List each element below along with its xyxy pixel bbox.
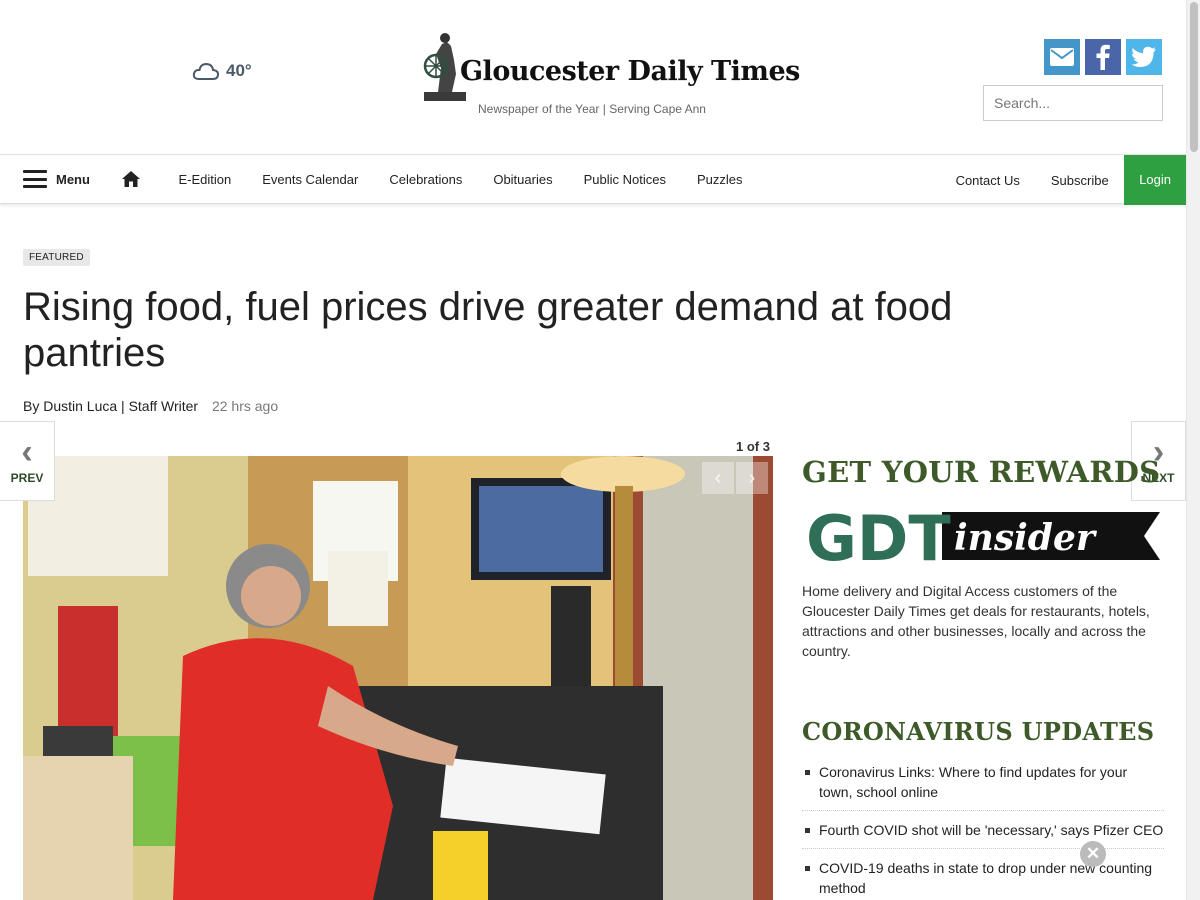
nav-link-contact-us[interactable]: Contact Us [940,173,1035,188]
gallery-arrows: ‹ › [702,462,768,494]
gdt-insider-logo[interactable]: GDTinsider [802,500,1162,570]
featured-badge: FEATURED [23,249,90,266]
email-share-button[interactable] [1044,39,1080,75]
list-item[interactable]: COVID-19 deaths in state to drop under n… [802,858,1164,900]
photo-counter: 1 of 3 [736,439,770,454]
home-icon[interactable] [121,170,141,188]
login-button[interactable]: Login [1124,155,1186,205]
list-item[interactable]: Coronavirus Links: Where to find updates… [802,762,1164,811]
facebook-icon [1096,44,1110,70]
weather-widget[interactable]: 40° [192,60,252,82]
rewards-description: Home delivery and Digital Access custome… [802,583,1150,659]
menu-label: Menu [56,171,90,187]
cloud-icon [192,62,220,80]
search-input[interactable] [983,85,1163,121]
article-photo[interactable] [23,456,773,900]
nav-link-puzzles[interactable]: Puzzles [681,172,758,187]
nav-link-events-calendar[interactable]: Events Calendar [247,172,374,187]
nav-right: Contact Us Subscribe Login [940,155,1186,205]
coronavirus-heading: CORONAVIRUS UPDATES [802,717,1155,746]
prev-label: PREV [10,471,44,485]
list-item[interactable]: Fourth COVID shot will be 'necessary,' s… [802,820,1164,849]
author-link[interactable]: By Dustin Luca | Staff Writer [23,398,198,414]
site-logo[interactable]: Gloucester Daily Times Newspaper of the … [414,30,800,120]
coronavirus-list: Coronavirus Links: Where to find updates… [802,762,1164,900]
article-headline: Rising food, fuel prices drive greater d… [23,285,953,375]
nav-links: E-Edition Events Calendar Celebrations O… [163,172,758,187]
email-icon [1050,48,1074,66]
site-header: 40° Gloucester Daily Times Newspaper of … [0,0,1186,154]
article-timestamp: 22 hrs ago [211,398,279,414]
gallery-next-button[interactable]: › [736,462,768,494]
chevron-left-icon: ‹ [21,433,33,471]
nav-link-subscribe[interactable]: Subscribe [1035,173,1124,188]
facebook-share-button[interactable] [1085,39,1121,75]
page-scrollbar[interactable] [1186,0,1200,900]
nav-link-public-notices[interactable]: Public Notices [568,172,681,187]
logo-title: Gloucester Daily Times [460,56,800,87]
nav-link-e-edition[interactable]: E-Edition [163,172,247,187]
article-byline: By Dustin Luca | Staff Writer 22 hrs ago [23,398,278,414]
social-links [1044,39,1162,75]
close-icon[interactable]: ✕ [1080,841,1106,867]
nav-link-celebrations[interactable]: Celebrations [374,172,478,187]
twitter-icon [1131,46,1156,67]
gallery-prev-button[interactable]: ‹ [702,462,734,494]
prev-article-button[interactable]: ‹ PREV [0,421,55,501]
main-nav: Menu E-Edition Events Calendar Celebrati… [0,154,1186,205]
logo-tagline: Newspaper of the Year | Serving Cape Ann [478,102,706,116]
nav-link-obituaries[interactable]: Obituaries [478,172,568,187]
photo-image [23,456,773,900]
menu-button[interactable]: Menu [23,170,90,188]
twitter-share-button[interactable] [1126,39,1162,75]
hamburger-icon [23,170,47,188]
weather-temperature: 40° [226,61,252,80]
rewards-heading: GET YOUR REWARDS [802,455,1161,489]
scrollbar-thumb[interactable] [1190,2,1198,152]
